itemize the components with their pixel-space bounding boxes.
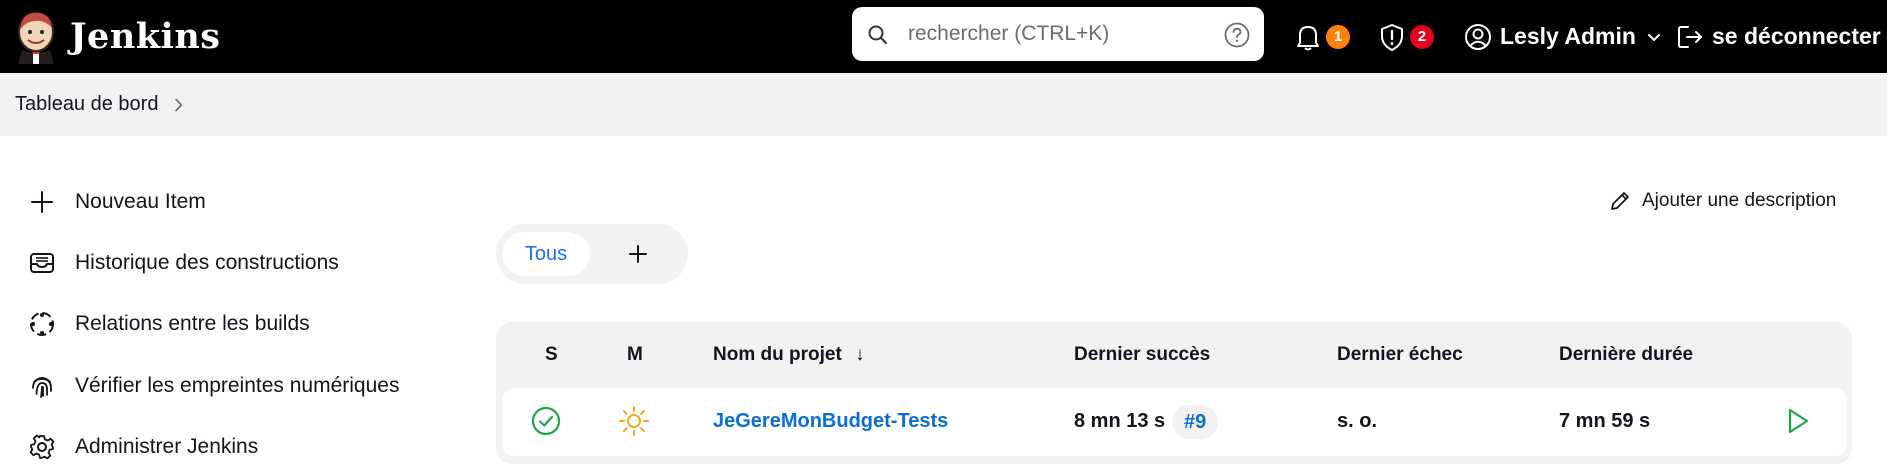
- add-description-button[interactable]: Ajouter une description: [1608, 184, 1836, 218]
- breadcrumb: Tableau de bord: [0, 73, 1887, 136]
- search-box[interactable]: [852, 7, 1264, 61]
- pencil-icon: [1611, 192, 1629, 210]
- fingerprint-icon: [32, 377, 52, 398]
- user-menu[interactable]: Lesly Admin: [1464, 0, 1662, 73]
- add-description-label: Ajouter une description: [1642, 190, 1837, 211]
- notifications-button[interactable]: 1: [1294, 0, 1350, 73]
- gear-icon: [29, 434, 55, 460]
- help-icon[interactable]: [1224, 22, 1250, 48]
- sidebar-item-new-item[interactable]: Nouveau Item: [28, 180, 206, 224]
- last-success-build-link[interactable]: #9: [1172, 405, 1219, 439]
- sidebar-item-label: Nouveau Item: [75, 190, 206, 213]
- security-button[interactable]: 2: [1378, 0, 1434, 73]
- chevron-right-icon[interactable]: [172, 98, 186, 112]
- col-header-last-success[interactable]: Dernier succès: [1074, 344, 1210, 366]
- col-header-last-duration[interactable]: Dernière durée: [1559, 344, 1693, 366]
- sidebar-item-build-history[interactable]: Historique des constructions: [28, 241, 339, 285]
- user-avatar-icon: [1465, 23, 1491, 50]
- sidebar-item-manage-jenkins[interactable]: Administrer Jenkins: [28, 425, 258, 469]
- sidebar-item-label: Vérifier les empreintes numériques: [75, 374, 400, 397]
- user-name: Lesly Admin: [1500, 23, 1636, 49]
- project-link[interactable]: JeGereMonBudget-Tests: [713, 410, 948, 433]
- logout-button[interactable]: se déconnecter: [1676, 0, 1881, 73]
- view-tabs: Tous: [496, 224, 688, 284]
- last-success-time: 8 mn 13 s: [1074, 410, 1166, 432]
- sidebar-item-label: Relations entre les builds: [75, 312, 310, 335]
- sunny-weather-icon: [619, 406, 649, 436]
- col-header-weather[interactable]: M: [627, 344, 643, 366]
- sidebar-item-fingerprints[interactable]: Vérifier les empreintes numériques: [28, 364, 399, 408]
- breadcrumb-item-dashboard[interactable]: Tableau de bord: [15, 93, 158, 116]
- col-header-last-failure[interactable]: Dernier échec: [1337, 344, 1463, 366]
- shield-alert-icon: [1381, 23, 1403, 51]
- chevron-down-icon: [1647, 33, 1660, 41]
- logout-label: se déconnecter: [1712, 23, 1881, 49]
- sort-arrow-icon: ↓: [855, 344, 865, 365]
- schedule-build-play-icon[interactable]: [1780, 404, 1814, 438]
- success-status-icon: [531, 406, 561, 436]
- sidebar-item-label: Historique des constructions: [75, 251, 339, 274]
- top-header: Jenkins 1 2 Le: [0, 0, 1887, 73]
- brand-name: Jenkins: [70, 15, 221, 57]
- last-duration-value: 7 mn 59 s: [1559, 410, 1651, 432]
- bell-icon: [1297, 25, 1319, 50]
- inbox-icon: [30, 253, 54, 273]
- sidebar-item-label: Administrer Jenkins: [75, 435, 259, 458]
- add-view-plus-icon[interactable]: [624, 240, 652, 268]
- last-failure-value: s. o.: [1337, 410, 1378, 432]
- col-header-status[interactable]: S: [545, 344, 558, 366]
- relations-icon: [30, 312, 54, 336]
- search-icon: [868, 25, 887, 44]
- plus-icon: [31, 191, 53, 213]
- jenkins-logo-icon: [18, 12, 54, 64]
- col-header-name[interactable]: Nom du projet ↓: [713, 344, 865, 366]
- notifications-badge: 1: [1326, 24, 1350, 49]
- search-input[interactable]: [908, 19, 1208, 49]
- tab-all[interactable]: Tous: [502, 232, 590, 276]
- logout-icon: [1678, 25, 1702, 48]
- security-badge: 2: [1410, 24, 1434, 49]
- sidebar-item-build-relations[interactable]: Relations entre les builds: [28, 302, 310, 346]
- col-header-name-label: Nom du projet: [713, 344, 842, 365]
- jenkins-home-link[interactable]: Jenkins: [12, 4, 220, 68]
